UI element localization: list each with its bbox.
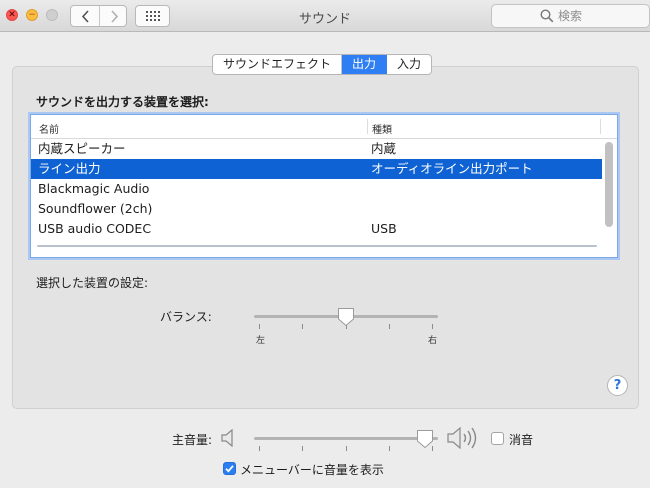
search-input[interactable]	[558, 8, 643, 24]
device-section-title: サウンドを出力する装置を選択:	[36, 95, 209, 109]
volume-tick	[259, 446, 260, 451]
device-name: 内蔵スピーカー	[38, 141, 126, 156]
show-volume-menubar-label: メニューバーに音量を表示	[240, 463, 384, 477]
forward-button[interactable]	[100, 6, 128, 26]
navigation-group	[70, 5, 127, 27]
tab-sound-effects[interactable]: サウンドエフェクト	[213, 55, 343, 74]
minimize-icon: −	[28, 10, 36, 20]
close-icon: ✕	[8, 10, 16, 20]
device-name: Soundflower (2ch)	[38, 201, 153, 216]
speaker-high-icon	[447, 426, 477, 450]
table-row[interactable]: Soundflower (2ch)	[31, 199, 602, 219]
device-name: USB audio CODEC	[38, 221, 152, 236]
balance-tick	[432, 324, 433, 329]
checkmark-icon	[225, 465, 234, 473]
balance-knob[interactable]	[337, 307, 355, 327]
balance-label: バランス:	[160, 310, 212, 324]
tab-input[interactable]: 入力	[387, 55, 431, 74]
search-field[interactable]	[491, 4, 650, 28]
show-all-button[interactable]	[135, 5, 170, 27]
close-button[interactable]: ✕	[6, 9, 18, 21]
column-divider	[600, 119, 601, 134]
device-type: オーディオライン出力ポート	[371, 161, 533, 176]
table-row[interactable]: USB audio CODEC USB	[31, 219, 602, 239]
volume-tick	[346, 446, 347, 451]
table-header: 名前 種類	[31, 115, 617, 139]
horizontal-scrollbar[interactable]	[37, 245, 597, 247]
table-row[interactable]: Blackmagic Audio	[31, 179, 602, 199]
device-name: Blackmagic Audio	[38, 181, 150, 196]
tab-output[interactable]: 出力	[342, 55, 388, 74]
device-settings-title: 選択した装置の設定:	[36, 276, 149, 290]
balance-right-label: 右	[428, 336, 438, 346]
tab-bar: サウンドエフェクト 出力 入力	[212, 54, 433, 75]
balance-tick	[389, 324, 390, 329]
device-table[interactable]: 名前 種類 内蔵スピーカー 内蔵 ライン出力 オーディオライン出力ポート Bla…	[30, 114, 618, 258]
volume-knob[interactable]	[416, 429, 434, 449]
table-row-selected[interactable]: ライン出力 オーディオライン出力ポート	[31, 159, 602, 179]
table-row[interactable]: 内蔵スピーカー 内蔵	[31, 139, 602, 159]
volume-tick	[302, 446, 303, 451]
zoom-button[interactable]	[46, 9, 58, 21]
title-bar: ✕ − サウンド	[0, 0, 650, 32]
device-type: 内蔵	[371, 141, 397, 156]
column-divider	[367, 119, 368, 134]
mute-checkbox[interactable]	[491, 432, 504, 445]
grid-icon	[145, 11, 160, 21]
device-type: USB	[371, 221, 397, 236]
chevron-right-icon	[110, 9, 118, 23]
balance-tick	[259, 324, 260, 329]
vertical-scrollbar[interactable]	[605, 142, 613, 227]
search-icon	[540, 9, 554, 23]
speaker-low-icon	[221, 429, 233, 447]
minimize-button[interactable]: −	[26, 9, 38, 21]
question-icon: ?	[613, 378, 622, 393]
main-volume-label: 主音量:	[172, 433, 213, 447]
chevron-left-icon	[81, 9, 89, 23]
device-name: ライン出力	[38, 161, 101, 176]
balance-left-label: 左	[256, 336, 266, 346]
volume-track[interactable]	[254, 437, 438, 440]
balance-tick	[302, 324, 303, 329]
help-button[interactable]: ?	[607, 375, 628, 396]
column-header-type[interactable]: 種類	[372, 121, 392, 136]
volume-tick	[389, 446, 390, 451]
back-button[interactable]	[71, 6, 99, 26]
show-volume-menubar-checkbox[interactable]	[223, 462, 236, 475]
column-header-name[interactable]: 名前	[39, 121, 59, 136]
mute-label: 消音	[509, 433, 534, 447]
